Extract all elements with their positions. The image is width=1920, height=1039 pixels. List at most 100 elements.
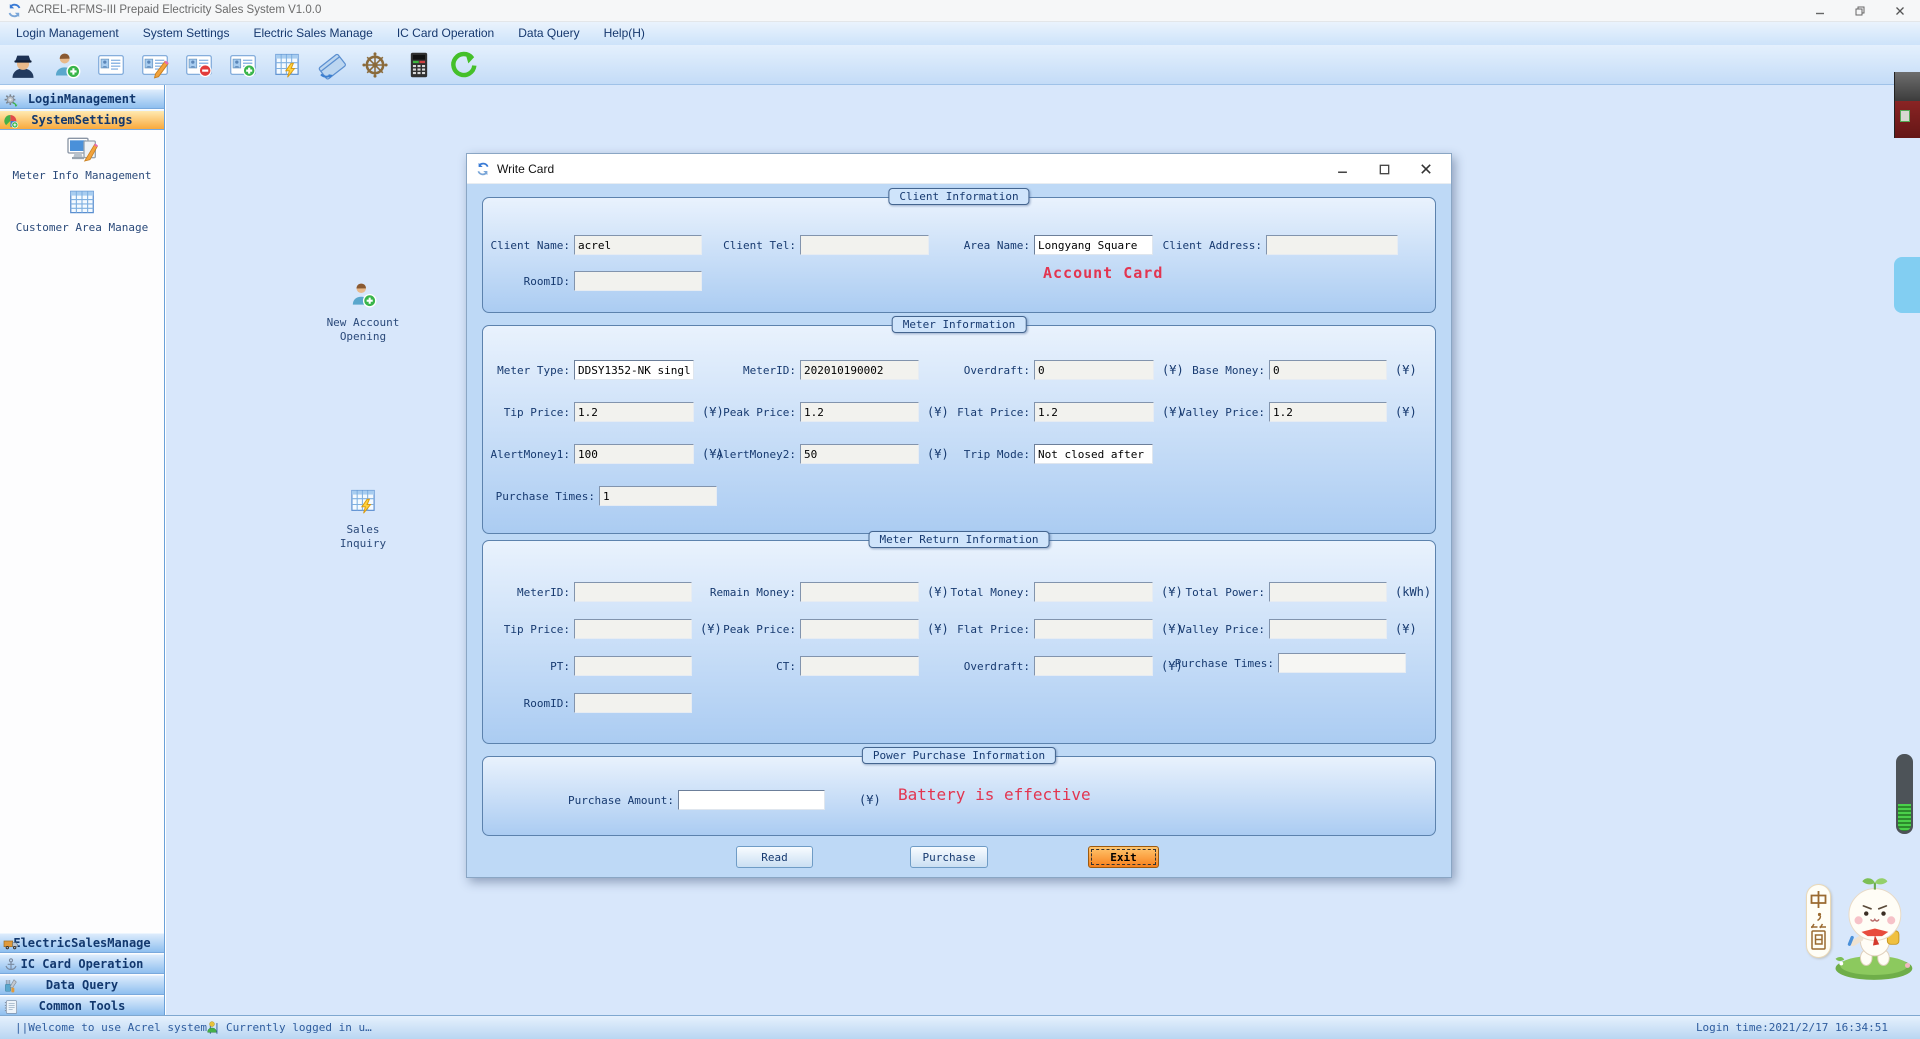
power-purchase-information-section: Power Purchase Information Purchase Amou… bbox=[482, 756, 1436, 836]
ct-input[interactable] bbox=[800, 656, 919, 676]
shortcut-label: New Account Opening bbox=[327, 316, 400, 343]
return-roomid-input[interactable] bbox=[574, 693, 692, 713]
card-edit-icon[interactable] bbox=[138, 48, 172, 82]
base-money-input[interactable] bbox=[1269, 360, 1387, 380]
return-meter-id-input[interactable] bbox=[574, 582, 692, 602]
return-tip-price-input[interactable] bbox=[574, 619, 692, 639]
card-add-icon[interactable] bbox=[226, 48, 260, 82]
dialog-titlebar: Write Card bbox=[467, 154, 1451, 184]
pie-chart-icon bbox=[3, 113, 19, 129]
window-restore-button[interactable] bbox=[1840, 0, 1880, 22]
pt-input[interactable] bbox=[574, 656, 692, 676]
window-titlebar: ACREL-RFMS-III Prepaid Electricity Sales… bbox=[0, 0, 1920, 22]
shortcut-sales-inquiry[interactable]: Sales Inquiry bbox=[328, 487, 398, 551]
return-purchase-times-field: Purchase Times: bbox=[1278, 653, 1406, 673]
toolbar bbox=[0, 45, 1920, 85]
new-account-icon bbox=[318, 281, 408, 312]
window-minimize-button[interactable] bbox=[1800, 0, 1840, 22]
sales-table-icon[interactable] bbox=[270, 48, 304, 82]
sidebar-group-common-tools[interactable]: Common Tools bbox=[0, 996, 164, 1016]
return-overdraft-input[interactable] bbox=[1034, 656, 1153, 676]
total-power-input[interactable] bbox=[1269, 582, 1387, 602]
sidebar-group-ic-card-operation[interactable]: IC Card Operation bbox=[0, 954, 164, 974]
pt-field: PT: bbox=[574, 656, 692, 676]
trip-mode-input[interactable] bbox=[1034, 444, 1153, 464]
card-info-icon[interactable] bbox=[94, 48, 128, 82]
refresh-icon[interactable] bbox=[446, 48, 480, 82]
menu-help[interactable]: Help(H) bbox=[592, 22, 657, 45]
swipe-card-icon[interactable] bbox=[314, 48, 348, 82]
docked-blue-tab bbox=[1894, 257, 1920, 313]
return-valley-price-input[interactable] bbox=[1269, 619, 1387, 639]
return-flat-price-input[interactable] bbox=[1034, 619, 1153, 639]
alert-money2-input[interactable] bbox=[800, 444, 919, 464]
return-valley-price-field: Valley Price: (¥) bbox=[1269, 619, 1417, 639]
menu-login-management[interactable]: Login Management bbox=[4, 22, 131, 45]
remain-money-input[interactable] bbox=[800, 582, 919, 602]
sidebar-group-data-query[interactable]: Data Query bbox=[0, 975, 164, 995]
alert-money1-field: AlertMoney1: (¥) bbox=[574, 444, 724, 464]
statusbar-login-time: Login time:2021/2/17 16:34:51 bbox=[1696, 1021, 1888, 1034]
dialog-minimize-button[interactable] bbox=[1321, 154, 1363, 184]
app-logo-icon bbox=[7, 3, 22, 23]
calculator-icon[interactable] bbox=[402, 48, 436, 82]
sidebar-item-meter-info-management[interactable]: Meter Info Management bbox=[0, 169, 164, 182]
sidebar-group-system-settings[interactable]: SystemSettings bbox=[0, 110, 164, 130]
window-close-button[interactable] bbox=[1880, 0, 1920, 22]
meter-return-information-section: Meter Return Information MeterID: Remain… bbox=[482, 540, 1436, 744]
meter-tip-price-input[interactable] bbox=[574, 402, 694, 422]
meter-information-section: Meter Information Meter Type: MeterID: O… bbox=[482, 325, 1436, 534]
monitor-pencil-icon[interactable] bbox=[0, 133, 164, 170]
menu-electric-sales-manage[interactable]: Electric Sales Manage bbox=[241, 22, 384, 45]
application-window: ACREL-RFMS-III Prepaid Electricity Sales… bbox=[0, 0, 1920, 1039]
sidebar-item-customer-area-manage[interactable]: Customer Area Manage bbox=[0, 221, 164, 234]
purchase-times-input[interactable] bbox=[599, 486, 717, 506]
area-name-input[interactable] bbox=[1034, 235, 1153, 255]
sidebar-group-electric-sales-manage[interactable]: ElectricSalesManage bbox=[0, 933, 164, 953]
client-roomid-input[interactable] bbox=[574, 271, 702, 291]
read-button[interactable]: Read bbox=[736, 846, 813, 868]
app-logo-icon bbox=[476, 162, 490, 176]
return-peak-price-input[interactable] bbox=[800, 619, 919, 639]
alert-money1-input[interactable] bbox=[574, 444, 694, 464]
client-address-input[interactable] bbox=[1266, 235, 1398, 255]
shortcut-new-account-opening[interactable]: New Account Opening bbox=[318, 281, 408, 344]
officer-icon[interactable] bbox=[6, 48, 40, 82]
return-overdraft-field: Overdraft: (¥) bbox=[1034, 656, 1183, 676]
anchor-icon bbox=[3, 957, 19, 973]
statusbar: ||Welcome to use Acrel system|| Currentl… bbox=[0, 1015, 1920, 1039]
client-name-input[interactable] bbox=[574, 235, 702, 255]
purchase-button[interactable]: Purchase bbox=[910, 846, 988, 868]
table-grid-icon[interactable] bbox=[0, 187, 164, 222]
menu-system-settings[interactable]: System Settings bbox=[131, 22, 242, 45]
mascot-character bbox=[1824, 874, 1920, 987]
new-account-icon[interactable] bbox=[50, 48, 84, 82]
dialog-maximize-button[interactable] bbox=[1363, 154, 1405, 184]
return-purchase-times-input[interactable] bbox=[1278, 653, 1406, 673]
meter-tip-price-field: Tip Price: (¥) bbox=[574, 402, 724, 422]
card-delete-icon[interactable] bbox=[182, 48, 216, 82]
exit-button[interactable]: Exit bbox=[1088, 846, 1159, 868]
purchase-times-field: Purchase Times: bbox=[599, 486, 717, 506]
meter-valley-price-input[interactable] bbox=[1269, 402, 1387, 422]
meter-flat-price-input[interactable] bbox=[1034, 402, 1154, 422]
return-peak-price-field: Peak Price: (¥) bbox=[800, 619, 949, 639]
purchase-amount-input[interactable] bbox=[678, 790, 825, 810]
menu-data-query[interactable]: Data Query bbox=[506, 22, 591, 45]
helm-icon[interactable] bbox=[358, 48, 392, 82]
meter-overdraft-field: Overdraft: (¥) bbox=[1034, 360, 1184, 380]
ime-indicator[interactable] bbox=[1806, 884, 1831, 958]
sidebar-group-login-management[interactable]: LoginManagement bbox=[0, 89, 164, 109]
meter-overdraft-input[interactable] bbox=[1034, 360, 1154, 380]
meter-id-input[interactable] bbox=[800, 360, 919, 380]
dialog-close-button[interactable] bbox=[1405, 154, 1447, 184]
meter-peak-price-input[interactable] bbox=[800, 402, 919, 422]
total-money-input[interactable] bbox=[1034, 582, 1153, 602]
sidebar: LoginManagement SystemSettings Meter Inf… bbox=[0, 85, 165, 1015]
client-information-section: Client Information Client Name: Client T… bbox=[482, 197, 1436, 313]
write-card-dialog: Write Card Client Information Client Nam… bbox=[466, 153, 1452, 878]
meter-type-input[interactable] bbox=[574, 360, 694, 380]
client-tel-input[interactable] bbox=[800, 235, 929, 255]
return-roomid-field: RoomID: bbox=[574, 693, 692, 713]
menu-ic-card-operation[interactable]: IC Card Operation bbox=[385, 22, 506, 45]
